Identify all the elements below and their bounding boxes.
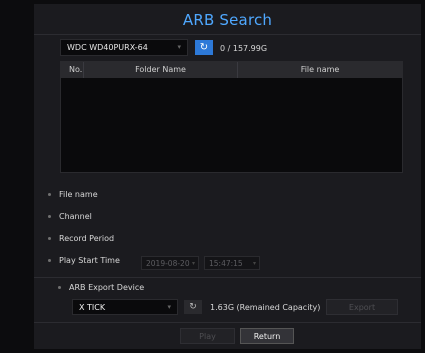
export-device-label: ARB Export Device <box>69 283 145 292</box>
chevron-down-icon: ▾ <box>252 260 256 267</box>
bullet-icon <box>48 214 51 218</box>
remained-capacity: 1.63G (Remained Capacity) <box>210 303 321 312</box>
col-header-file-name: File name <box>237 62 402 78</box>
export-refresh-button[interactable]: ↻ <box>184 300 202 314</box>
bullet-icon <box>48 258 51 262</box>
return-button[interactable]: Return <box>240 328 294 344</box>
device-select[interactable]: WDC WD40PURX-64 ▾ <box>60 39 188 56</box>
title-divider <box>34 34 421 35</box>
footer-divider <box>34 322 421 323</box>
field-label: Channel <box>59 211 92 221</box>
device-capacity: 0 / 157.99G <box>220 44 268 53</box>
calendar-icon: ▾ <box>191 260 195 267</box>
play-start-time-value: 15:47:15 <box>209 258 243 268</box>
chevron-down-icon: ▾ <box>167 303 171 311</box>
export-device-heading: ARB Export Device <box>58 283 144 292</box>
device-select-value: WDC WD40PURX-64 <box>67 43 148 52</box>
col-header-no: No. <box>69 65 83 74</box>
field-record-period: Record Period <box>48 232 114 244</box>
play-start-date-value: 2019-08-20 <box>146 258 190 268</box>
field-play-start-time: Play Start Time <box>48 254 120 266</box>
play-button[interactable]: Play <box>180 328 235 344</box>
bullet-icon <box>58 286 61 289</box>
dialog-title: ARB Search <box>182 11 273 29</box>
export-device-select[interactable]: X TICK ▾ <box>72 299 178 315</box>
section-divider <box>34 277 421 278</box>
play-start-time-input[interactable]: 15:47:15 ▾ <box>204 256 260 270</box>
bullet-icon <box>48 236 51 240</box>
col-header-folder-name: Folder Name <box>83 62 237 78</box>
arb-search-dialog: ARB Search WDC WD40PURX-64 ▾ ↻ 0 / 157.9… <box>34 4 421 349</box>
bullet-icon <box>48 192 51 196</box>
chevron-down-icon: ▾ <box>177 43 181 51</box>
field-label: Play Start Time <box>59 255 120 265</box>
field-file-name: File name <box>48 188 98 200</box>
field-label: File name <box>59 189 98 199</box>
field-label: Record Period <box>59 233 115 243</box>
export-button[interactable]: Export <box>326 299 398 315</box>
field-channel: Channel <box>48 210 92 222</box>
export-device-value: X TICK <box>79 302 106 312</box>
refresh-icon: ↻ <box>199 42 209 53</box>
table-header: No. Folder Name File name <box>61 62 402 78</box>
file-table[interactable]: No. Folder Name File name <box>60 61 403 173</box>
refresh-button[interactable]: ↻ <box>195 40 213 55</box>
refresh-icon: ↻ <box>189 302 197 312</box>
play-start-date-input[interactable]: 2019-08-20 ▾ <box>141 256 199 270</box>
